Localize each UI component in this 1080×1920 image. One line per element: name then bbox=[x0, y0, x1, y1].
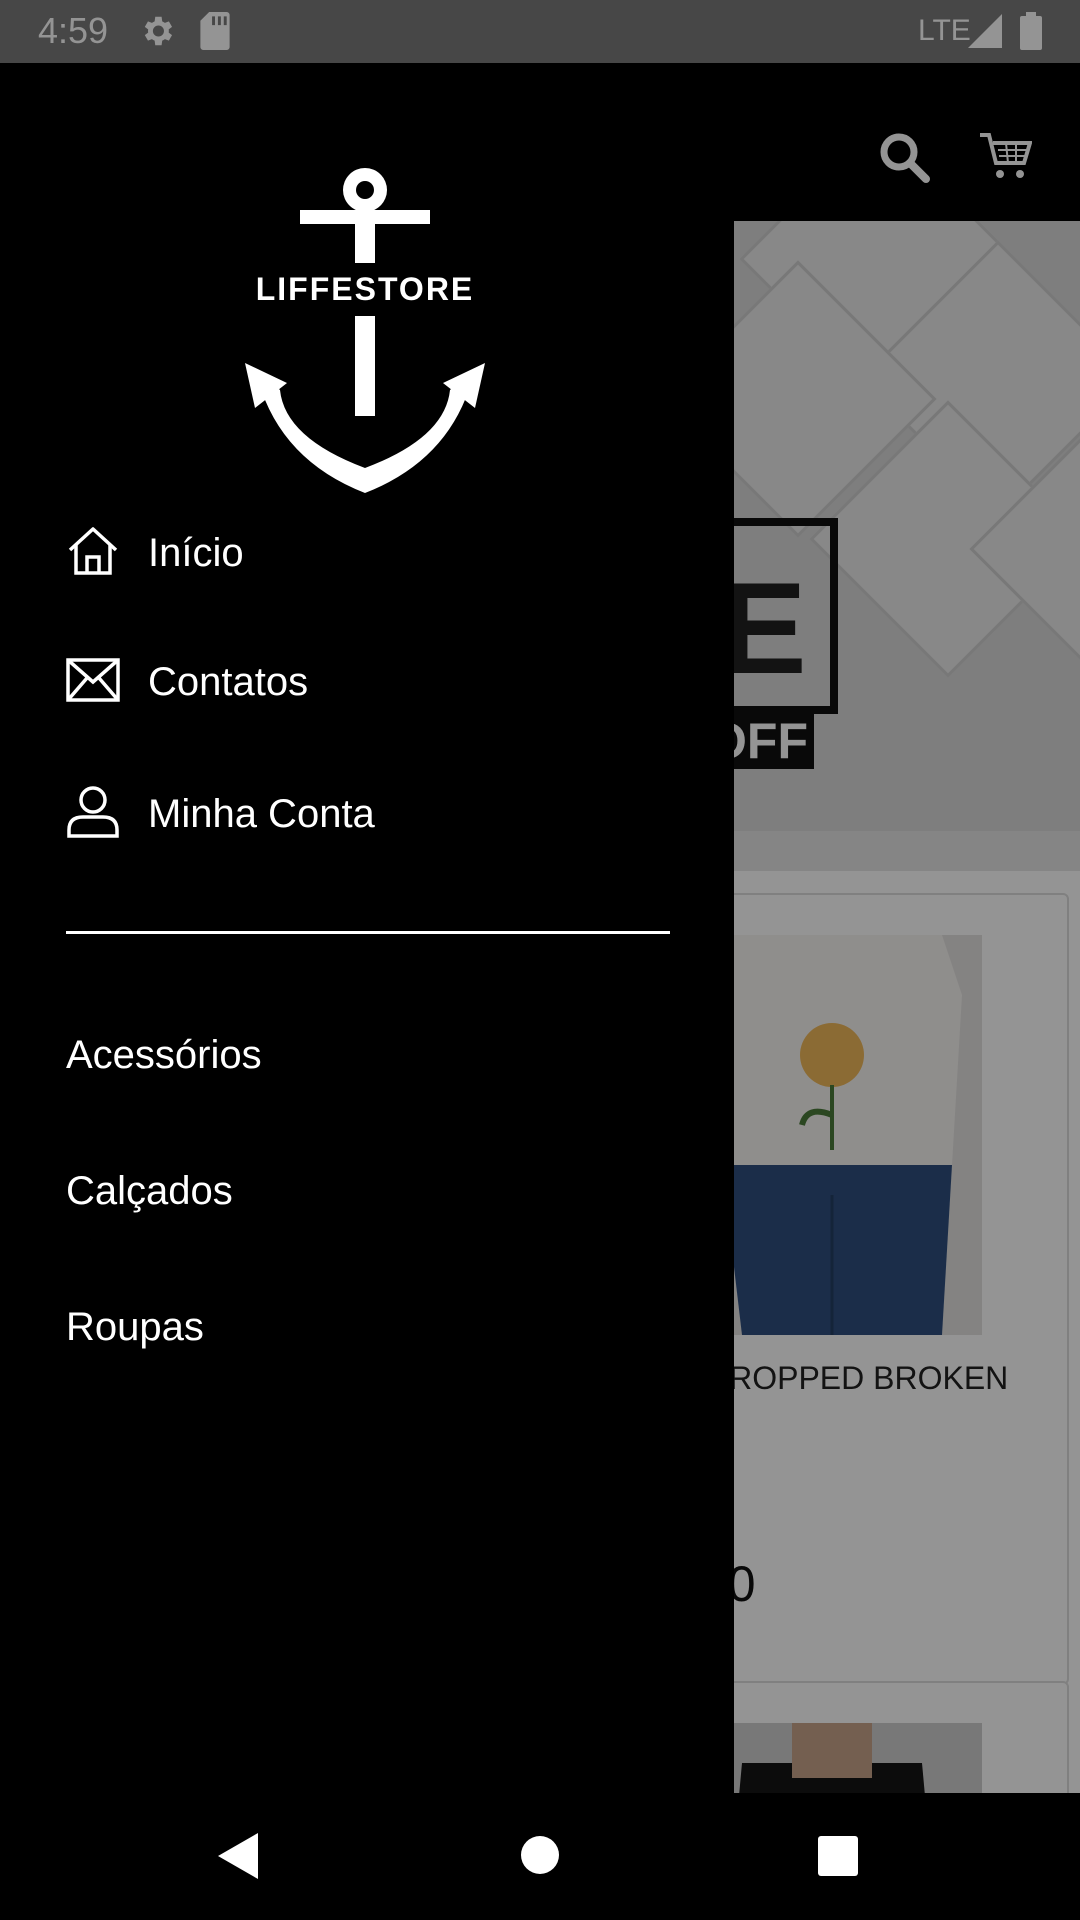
menu-item-label: Minha Conta bbox=[148, 792, 375, 836]
system-nav-bar bbox=[0, 1793, 1080, 1920]
menu-item-label: Início bbox=[148, 531, 244, 575]
menu-item-label: Contatos bbox=[148, 660, 309, 704]
category-calcados[interactable]: Calçados bbox=[66, 1169, 233, 1214]
home-icon bbox=[66, 526, 120, 581]
recents-icon[interactable] bbox=[818, 1836, 858, 1881]
menu-item-contatos[interactable]: Contatos bbox=[66, 658, 308, 707]
mail-icon bbox=[66, 658, 120, 707]
navigation-drawer: LIFFESTORE Início Contatos Minha Conta A… bbox=[0, 63, 734, 1793]
home-circle-icon[interactable] bbox=[520, 1835, 560, 1880]
store-logo: LIFFESTORE bbox=[245, 168, 485, 493]
back-icon[interactable] bbox=[218, 1833, 258, 1884]
logo-text: LIFFESTORE bbox=[256, 271, 475, 307]
menu-item-minha-conta[interactable]: Minha Conta bbox=[66, 786, 375, 843]
category-roupas[interactable]: Roupas bbox=[66, 1305, 204, 1350]
category-acessorios[interactable]: Acessórios bbox=[66, 1033, 262, 1078]
drawer-divider bbox=[66, 931, 670, 934]
user-icon bbox=[66, 786, 120, 843]
menu-item-inicio[interactable]: Início bbox=[66, 526, 244, 581]
